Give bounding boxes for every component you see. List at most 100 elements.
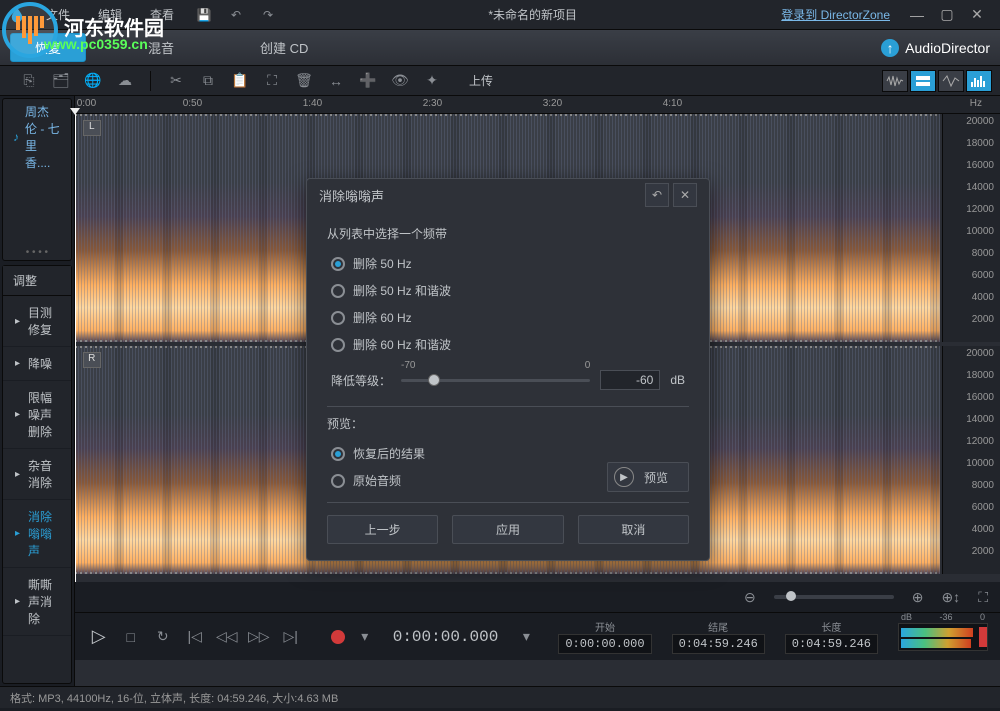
tab-restore[interactable]: 恢复 [10, 33, 86, 62]
timeline-ruler[interactable]: 0:00 0:50 1:40 2:30 3:20 4:10 Hz [75, 96, 1000, 114]
end-time-box: 结尾 0:04:59.246 [672, 619, 765, 654]
dialog-close-button[interactable]: ✕ [673, 183, 697, 207]
media-file-label: 周杰伦 - 七里香.... [25, 103, 61, 171]
forward-button[interactable]: ▷▷ [247, 625, 271, 649]
fullwidth-icon[interactable]: ↔ [325, 70, 347, 92]
view-combined-icon[interactable] [938, 70, 964, 92]
record-dropdown-icon[interactable]: ▾ [353, 625, 377, 649]
delete-icon[interactable]: 🗑 [293, 70, 315, 92]
cloud-icon[interactable]: ☁ [114, 70, 136, 92]
redo-icon[interactable]: ↷ [258, 5, 278, 25]
save-icon[interactable]: 💾 [194, 5, 214, 25]
adjust-hiss-remove[interactable]: ▸嘶嘶声消除 [3, 568, 71, 636]
copy-icon[interactable]: ⧉ [197, 70, 219, 92]
adjust-item-label: 降噪 [28, 355, 52, 372]
reduction-value-input[interactable]: -60 [600, 370, 660, 390]
start-time-box: 开始 0:00:00.000 [558, 619, 651, 654]
skip-start-button[interactable]: |◁ [183, 625, 207, 649]
brand-label: AudioDirector [905, 40, 990, 56]
zoom-vertical-icon[interactable]: ⊕↕ [941, 589, 960, 606]
radio-50hz-harmonics[interactable]: 删除 50 Hz 和谐波 [327, 277, 689, 304]
upload-button[interactable]: 上传 [453, 70, 509, 92]
menu-file[interactable]: 文件 [32, 6, 84, 23]
view-waveform-icon[interactable] [882, 70, 908, 92]
length-time-box: 长度 0:04:59.246 [785, 619, 878, 654]
ruler-tick: 1:40 [303, 98, 322, 109]
timecode-display: 0:00:00.000 [385, 628, 507, 646]
hum-removal-dialog: 消除嗡嗡声 ↶ ✕ 从列表中选择一个频带 删除 50 Hz 删除 50 Hz 和… [306, 178, 710, 561]
preview-after-radio[interactable]: 恢复后的结果 [327, 440, 587, 467]
adjust-item-label: 消除嗡嗡声 [28, 508, 59, 559]
adjust-list: ▸目测修复 ▸降噪 ▸限幅噪声删除 ▸杂音消除 ▸消除嗡嗡声 ▸嘶嘶声消除 [3, 296, 71, 683]
zoom-bar: ⊖ ⊕ ⊕↕ ⛶ [75, 582, 1000, 612]
ruler-tick: 4:10 [663, 98, 682, 109]
apply-button[interactable]: 应用 [452, 515, 563, 544]
play-icon: ▶ [614, 467, 634, 487]
adjust-item-label: 目测修复 [28, 304, 59, 338]
end-value[interactable]: 0:04:59.246 [672, 634, 765, 654]
adjust-panel: 调整 ▸目测修复 ▸降噪 ▸限幅噪声删除 ▸杂音消除 ▸消除嗡嗡声 ▸嘶嘶声消除 [2, 265, 72, 684]
preview-button[interactable]: ▶ 预览 [607, 462, 689, 492]
zoom-slider[interactable] [774, 595, 894, 599]
adjust-clip-remove[interactable]: ▸限幅噪声删除 [3, 381, 71, 449]
radio-60hz[interactable]: 删除 60 Hz [327, 304, 689, 331]
adjust-noise-reduction[interactable]: ▸降噪 [3, 347, 71, 381]
paste-icon[interactable]: 📋 [229, 70, 251, 92]
dialog-title-bar[interactable]: 消除嗡嗡声 ↶ ✕ [307, 179, 709, 211]
playhead[interactable] [75, 114, 76, 582]
view-spectrogram-only-icon[interactable] [910, 70, 936, 92]
visibility-icon[interactable]: 👁 [389, 70, 411, 92]
adjust-visual-repair[interactable]: ▸目测修复 [3, 296, 71, 347]
maximize-button[interactable]: ▢ [932, 5, 962, 25]
view-spectrogram-icon[interactable] [966, 70, 992, 92]
radio-60hz-harmonics[interactable]: 删除 60 Hz 和谐波 [327, 331, 689, 358]
zoom-in-icon[interactable]: ⊕ [912, 589, 924, 606]
level-meter: dB-360 [898, 623, 988, 651]
crop-icon[interactable]: ⛶ [261, 70, 283, 92]
record-button[interactable] [331, 630, 345, 644]
play-button[interactable]: ▷ [87, 625, 111, 649]
adjust-declick[interactable]: ▸杂音消除 [3, 449, 71, 500]
start-value[interactable]: 0:00:00.000 [558, 634, 651, 654]
add-track-icon[interactable]: ➕ [357, 70, 379, 92]
ruler-tick: 2:30 [423, 98, 442, 109]
adjust-item-label: 限幅噪声删除 [28, 389, 59, 440]
reduction-slider[interactable]: -70 0 [401, 368, 590, 392]
project-title: 未命名的新项目 [284, 6, 781, 23]
tab-mix[interactable]: 混音 [124, 34, 198, 61]
cut-icon[interactable]: ✂ [165, 70, 187, 92]
directorzone-link[interactable]: 登录到 DirectorZone [781, 6, 890, 23]
rewind-button[interactable]: ◁◁ [215, 625, 239, 649]
adjust-item-label: 嘶嘶声消除 [28, 576, 59, 627]
zoom-fit-icon[interactable]: ⛶ [978, 589, 988, 606]
radio-50hz[interactable]: 删除 50 Hz [327, 250, 689, 277]
minimize-button[interactable]: — [902, 5, 932, 25]
download-icon[interactable]: 🌐 [82, 70, 104, 92]
transport-bar: ▷ □ ↻ |◁ ◁◁ ▷▷ ▷| ▾ 0:00:00.000 ▾ 开始 0:0… [75, 612, 1000, 660]
library-icon[interactable]: 🗂 [50, 70, 72, 92]
menu-view[interactable]: 查看 [136, 6, 188, 23]
undo-icon[interactable]: ↶ [226, 5, 246, 25]
freq-scale: 20000 18000 16000 14000 12000 10000 8000… [942, 114, 1000, 342]
zoom-out-icon[interactable]: ⊖ [744, 589, 756, 606]
adjust-hum-remove[interactable]: ▸消除嗡嗡声 [3, 500, 71, 568]
pane-resize-handle[interactable]: • • • • [3, 245, 71, 260]
media-file-item[interactable]: ♪ 周杰伦 - 七里香.... [3, 99, 71, 175]
timecode-dropdown-icon[interactable]: ▾ [514, 625, 538, 649]
dialog-undo-button[interactable]: ↶ [645, 183, 669, 207]
cancel-button[interactable]: 取消 [578, 515, 689, 544]
menu-edit[interactable]: 编辑 [84, 6, 136, 23]
close-button[interactable]: ✕ [962, 5, 992, 25]
stop-button[interactable]: □ [119, 625, 143, 649]
tab-create-cd[interactable]: 创建 CD [236, 34, 332, 61]
loop-button[interactable]: ↻ [151, 625, 175, 649]
ruler-tick: 3:20 [543, 98, 562, 109]
preview-original-radio[interactable]: 原始音频 [327, 467, 587, 494]
status-bar: 格式: MP3, 44100Hz, 16-位, 立体声, 长度: 04:59.2… [0, 686, 1000, 708]
back-button[interactable]: 上一步 [327, 515, 438, 544]
title-bar: 文件 编辑 查看 💾 ↶ ↷ 未命名的新项目 登录到 DirectorZone … [0, 0, 1000, 30]
effects-icon[interactable]: ✦ [421, 70, 443, 92]
app-brand: ↑ AudioDirector [881, 39, 990, 57]
skip-end-button[interactable]: ▷| [279, 625, 303, 649]
add-media-icon[interactable]: ⎘ [18, 70, 40, 92]
